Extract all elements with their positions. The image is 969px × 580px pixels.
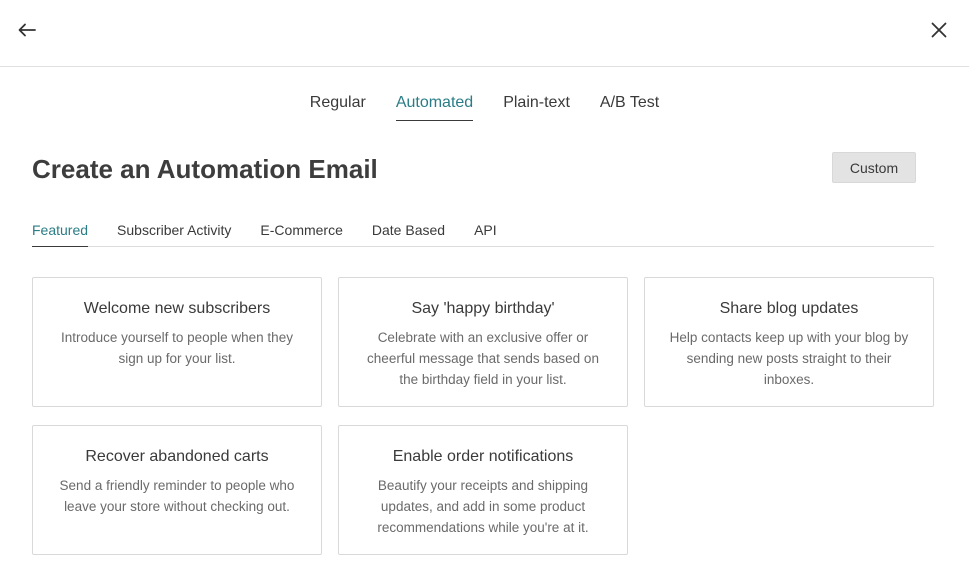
card-welcome-subscribers[interactable]: Welcome new subscribers Introduce yourse… — [32, 277, 322, 407]
card-description: Celebrate with an exclusive offer or che… — [367, 330, 599, 387]
card-description: Help contacts keep up with your blog by … — [669, 330, 909, 387]
card-title: Welcome new subscribers — [83, 300, 271, 317]
tab-automated[interactable]: Automated — [395, 92, 474, 121]
close-button[interactable] — [926, 17, 952, 43]
tab-featured[interactable]: Featured — [32, 220, 89, 247]
card-description: Send a friendly reminder to people who l… — [59, 478, 295, 514]
tab-api[interactable]: API — [474, 220, 497, 247]
tab-ab-test[interactable]: A/B Test — [600, 92, 659, 121]
custom-button[interactable]: Custom — [832, 152, 916, 183]
card-description: Beautify your receipts and shipping upda… — [377, 478, 589, 535]
card-recover-abandoned-carts[interactable]: Recover abandoned carts Send a friendly … — [32, 425, 322, 555]
card-title: Say 'happy birthday' — [411, 300, 555, 317]
card-title: Recover abandoned carts — [85, 448, 269, 465]
card-order-notifications[interactable]: Enable order notifications Beautify your… — [338, 425, 628, 555]
card-description: Introduce yourself to people when they s… — [61, 330, 293, 366]
page-title: Create an Automation Email — [32, 154, 378, 184]
close-icon — [931, 22, 947, 38]
campaign-type-tabs: Regular Automated Plain-text A/B Test — [0, 92, 969, 121]
card-title: Share blog updates — [719, 300, 859, 317]
category-tabs: Featured Subscriber Activity E-Commerce … — [32, 220, 934, 247]
card-title: Enable order notifications — [392, 448, 574, 465]
top-bar — [0, 0, 969, 67]
card-happy-birthday[interactable]: Say 'happy birthday' Celebrate with an e… — [338, 277, 628, 407]
card-share-blog-updates[interactable]: Share blog updates Help contacts keep up… — [644, 277, 934, 407]
automation-cards: Welcome new subscribers Introduce yourse… — [32, 277, 934, 555]
arrow-left-icon — [18, 23, 36, 37]
tab-plain-text[interactable]: Plain-text — [503, 92, 570, 121]
tab-date-based[interactable]: Date Based — [372, 220, 445, 247]
back-button[interactable] — [14, 18, 40, 42]
tab-regular[interactable]: Regular — [310, 92, 366, 121]
tab-subscriber-activity[interactable]: Subscriber Activity — [117, 220, 231, 247]
tab-e-commerce[interactable]: E-Commerce — [260, 220, 342, 247]
